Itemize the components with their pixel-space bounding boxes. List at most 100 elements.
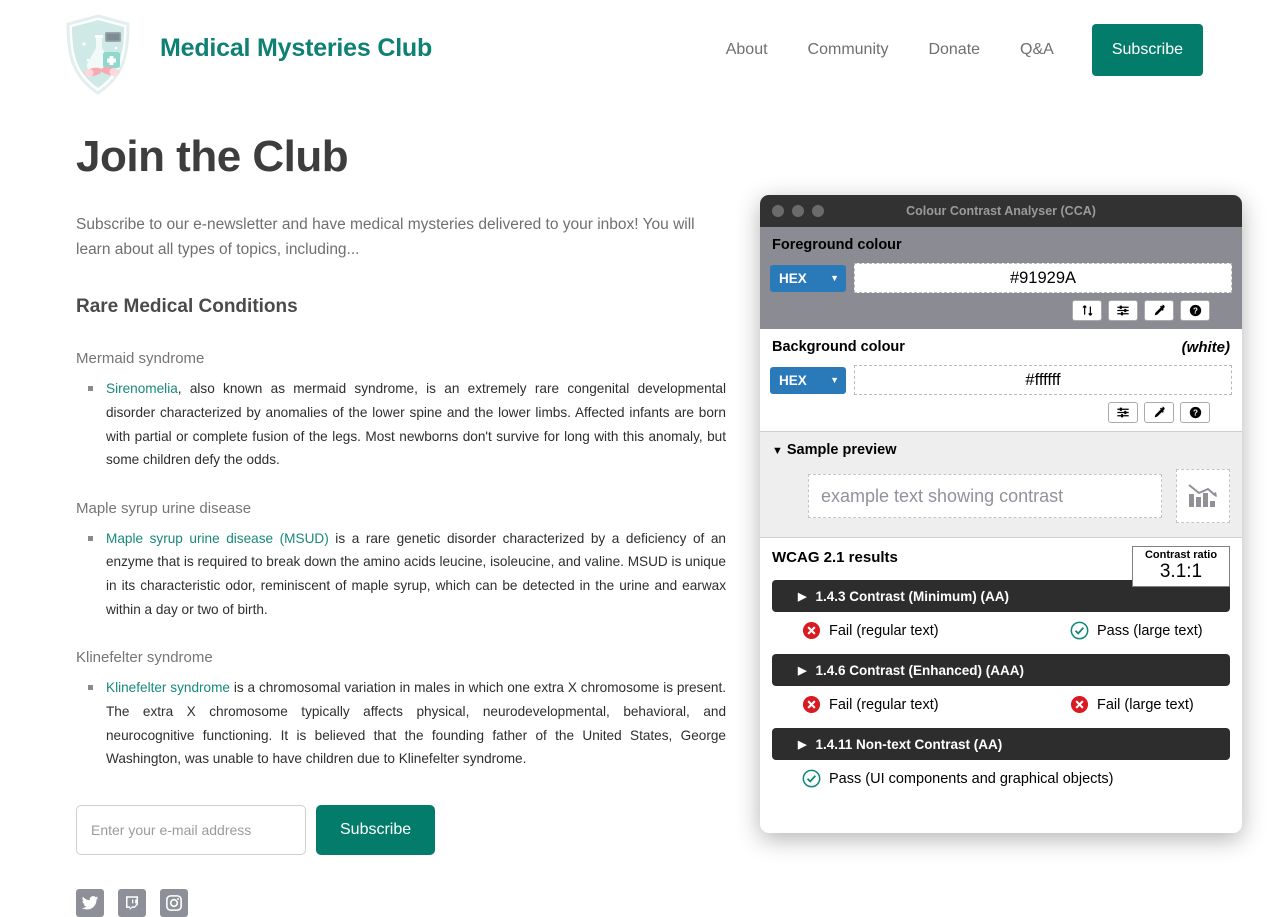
triangle-right-icon: ▶ (798, 664, 807, 677)
result-regular-text: Fail (regular text) (802, 621, 1070, 640)
background-panel: Background colour (white) HEX ▼ #ffffff … (760, 329, 1242, 431)
result-large-text: Fail (large text) (1070, 695, 1194, 714)
contrast-ratio-value: 3.1:1 (1159, 560, 1203, 582)
criterion-results-1-4-11: Pass (UI components and graphical object… (772, 760, 1230, 788)
sample-text-box[interactable]: example text showing contrast (808, 474, 1162, 518)
svg-text:?: ? (1193, 306, 1198, 315)
help-icon[interactable]: ? (1180, 402, 1210, 423)
background-format-select[interactable]: HEX ▼ (770, 366, 846, 394)
result-label: Fail (regular text) (829, 696, 939, 713)
sliders-icon[interactable] (1108, 402, 1138, 423)
list-item: Sirenomelia, also known as mermaid syndr… (88, 377, 726, 472)
criterion-results-1-4-6: Fail (regular text) Fail (large text) (772, 686, 1230, 714)
sample-preview-heading: Sample preview (786, 442, 897, 458)
nav-item-about[interactable]: About (726, 26, 788, 74)
foreground-format-value: HEX (779, 270, 807, 286)
pass-icon (802, 769, 821, 788)
help-icon[interactable]: ? (1180, 300, 1210, 321)
main-content: Join the Club Subscribe to our e-newslet… (76, 132, 726, 917)
result-label: Fail (regular text) (829, 622, 939, 639)
triangle-right-icon: ▶ (798, 590, 807, 603)
foreground-row: HEX ▼ #91929A (770, 263, 1232, 293)
condition-list-mermaid: Sirenomelia, also known as mermaid syndr… (76, 377, 726, 472)
nav-item-donate[interactable]: Donate (908, 26, 1000, 74)
foreground-tool-buttons: ? (770, 300, 1232, 321)
list-item: Maple syrup urine disease (MSUD) is a ra… (88, 527, 726, 622)
background-color-input[interactable]: #ffffff (854, 365, 1232, 395)
criterion-results-1-4-3: Fail (regular text) Pass (large text) (772, 612, 1230, 640)
contrast-ratio-box: Contrast ratio 3.1:1 (1132, 546, 1230, 587)
background-row: HEX ▼ #ffffff (770, 365, 1232, 395)
result-large-text: Pass (large text) (1070, 621, 1203, 640)
close-icon[interactable] (772, 205, 784, 217)
social-links (76, 888, 726, 917)
eyedropper-icon[interactable] (1144, 300, 1174, 321)
criterion-bar-1-4-6[interactable]: ▶ 1.4.6 Contrast (Enhanced) (AAA) (772, 654, 1230, 686)
condition-link-msud[interactable]: Maple syrup urine disease (MSUD) (106, 531, 329, 546)
header-subscribe-button[interactable]: Subscribe (1091, 24, 1203, 76)
wcag-results-panel: WCAG 2.1 results Contrast ratio 3.1:1 ▶ 1… (760, 538, 1242, 800)
brand-title[interactable]: Medical Mysteries Club (160, 34, 432, 63)
sample-preview-toggle[interactable]: ▼ Sample preview (772, 442, 1230, 458)
fail-icon (1070, 695, 1089, 714)
sample-preview-panel: ▼ Sample preview example text showing con… (760, 431, 1242, 538)
nav-item-qa[interactable]: Q&A (1000, 26, 1074, 74)
twitter-bird-icon (81, 895, 99, 910)
foreground-format-select[interactable]: HEX ▼ (770, 264, 846, 292)
twitch-glitch-icon (126, 896, 138, 911)
site-logo[interactable] (62, 14, 134, 100)
triangle-right-icon: ▶ (798, 738, 807, 751)
triangle-down-icon: ▼ (772, 445, 783, 457)
cca-titlebar[interactable]: Colour Contrast Analyser (CCA) (760, 195, 1242, 227)
condition-body: , also known as mermaid syndrome, is an … (106, 381, 726, 468)
condition-heading-mermaid: Mermaid syndrome (76, 350, 205, 368)
fail-icon (802, 695, 821, 714)
condition-list-klinefelter: Klinefelter syndrome is a chromosomal va… (76, 676, 726, 771)
list-item: Klinefelter syndrome is a chromosomal va… (88, 676, 726, 771)
maximize-icon[interactable] (812, 205, 824, 217)
criterion-bar-1-4-11[interactable]: ▶ 1.4.11 Non-text Contrast (AA) (772, 728, 1230, 760)
result-label: Pass (UI components and graphical object… (829, 770, 1114, 787)
result-label: Fail (large text) (1097, 696, 1194, 713)
condition-link-klinefelter[interactable]: Klinefelter syndrome (106, 680, 230, 695)
condition-link-sirenomelia[interactable]: Sirenomelia (106, 381, 178, 396)
cca-window: Colour Contrast Analyser (CCA) Foregroun… (760, 195, 1242, 833)
page-title: Join the Club (76, 132, 349, 181)
sliders-icon[interactable] (1108, 300, 1138, 321)
foreground-color-input[interactable]: #91929A (854, 263, 1232, 293)
window-traffic-lights (772, 205, 824, 217)
background-label: Background colour (772, 339, 905, 355)
swap-icon[interactable] (1072, 300, 1102, 321)
condition-list-msud: Maple syrup urine disease (MSUD) is a ra… (76, 527, 726, 622)
fail-icon (802, 621, 821, 640)
condition-heading-klinefelter: Klinefelter syndrome (76, 649, 213, 667)
nav-item-community[interactable]: Community (788, 26, 909, 74)
eyedropper-icon[interactable] (1144, 402, 1174, 423)
intro-paragraph: Subscribe to our e-newsletter and have m… (76, 216, 695, 259)
chevron-down-icon: ▼ (830, 273, 839, 283)
contrast-ratio-label: Contrast ratio (1144, 549, 1218, 561)
result-regular-text: Fail (regular text) (802, 695, 1070, 714)
background-format-value: HEX (779, 372, 807, 388)
email-input[interactable] (76, 804, 306, 855)
criterion-title: 1.4.6 Contrast (Enhanced) (AAA) (815, 662, 1024, 678)
twitch-icon[interactable] (118, 888, 146, 917)
cca-window-title: Colour Contrast Analyser (CCA) (906, 204, 1096, 218)
background-color-name: (white) (1181, 339, 1230, 356)
instagram-camera-icon (166, 894, 182, 911)
section-title: Rare Medical Conditions (76, 296, 298, 318)
newsletter-subscribe-button[interactable]: Subscribe (316, 804, 436, 855)
main-nav: About Community Donate Q&A Subscribe (726, 24, 1203, 76)
foreground-label: Foreground colour (772, 237, 902, 253)
foreground-panel: Foreground colour HEX ▼ #91929A ? (760, 227, 1242, 329)
background-tool-buttons: ? (770, 402, 1232, 423)
declining-bar-chart-icon (1176, 469, 1230, 523)
site-header: Medical Mysteries Club About Community D… (0, 0, 1275, 100)
minimize-icon[interactable] (792, 205, 804, 217)
twitter-icon[interactable] (76, 888, 104, 917)
instagram-icon[interactable] (160, 888, 188, 917)
result-ui-components: Pass (UI components and graphical object… (802, 769, 1114, 788)
shield-lab-logo-icon (66, 14, 130, 95)
chart-glyph (1188, 484, 1217, 507)
chevron-down-icon: ▼ (830, 375, 839, 385)
